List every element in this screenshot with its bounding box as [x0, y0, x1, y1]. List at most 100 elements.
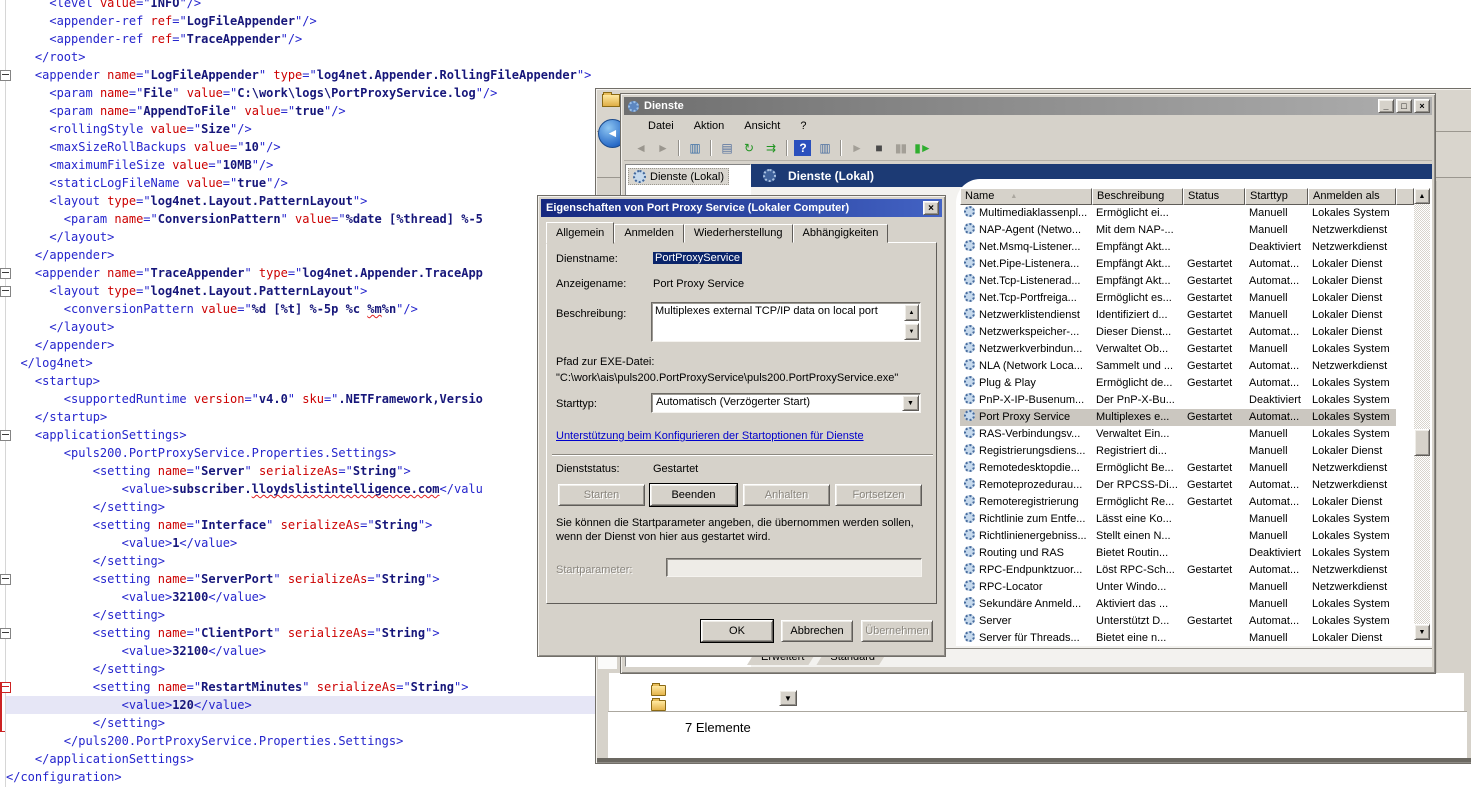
service-row[interactable]: NLA (Network Loca...Sammelt und ...Gesta…: [960, 358, 1396, 375]
column-header-status[interactable]: Status: [1183, 188, 1245, 205]
start-service-icon[interactable]: ►: [848, 140, 865, 156]
cell-starttyp: Automat...: [1245, 477, 1308, 494]
refresh-icon[interactable]: ↻: [740, 140, 757, 156]
beschreibung-text: Multiplexes external TCP/IP data on loca…: [655, 305, 900, 317]
service-row[interactable]: RPC-LocatorUnter Windo...ManuellNetzwerk…: [960, 579, 1396, 596]
fold-toggle-icon[interactable]: [0, 286, 11, 297]
chevron-down-icon[interactable]: ▼: [902, 395, 919, 411]
fold-toggle-icon[interactable]: [0, 430, 11, 441]
extended-view-icon[interactable]: ▥: [816, 140, 833, 156]
fold-toggle-icon[interactable]: [0, 628, 11, 639]
dialog-tabs: AllgemeinAnmeldenWiederherstellungAbhäng…: [546, 221, 888, 243]
service-row[interactable]: Sekundäre Anmeld...Aktiviert das ...Manu…: [960, 596, 1396, 613]
cell-anmelden: Lokales System: [1308, 511, 1396, 528]
menu-item-ansicht[interactable]: Ansicht: [734, 118, 790, 134]
service-row[interactable]: Multimediaklassenpl...Ermöglicht ei...Ma…: [960, 205, 1396, 222]
service-row[interactable]: Net.Tcp-Portfreiga...Ermöglicht es...Ges…: [960, 290, 1396, 307]
service-row[interactable]: Richtlinie zum Entfe...Lässt eine Ko...M…: [960, 511, 1396, 528]
service-row[interactable]: Netzwerkspeicher-...Dieser Dienst...Gest…: [960, 324, 1396, 341]
menu-item-aktion[interactable]: Aktion: [684, 118, 735, 134]
service-row[interactable]: NetzwerklistendienstIdentifiziert d...Ge…: [960, 307, 1396, 324]
stop-service-icon[interactable]: ■: [870, 140, 887, 156]
close-icon[interactable]: ×: [923, 201, 939, 215]
service-row[interactable]: Richtlinienergebniss...Stellt einen N...…: [960, 528, 1396, 545]
service-gear-icon: [964, 291, 975, 302]
folder-icon[interactable]: [651, 685, 666, 696]
abbrechen-button[interactable]: Abbrechen: [781, 620, 853, 642]
service-row[interactable]: Net.Msmq-Listener...Empfängt Akt...Deakt…: [960, 239, 1396, 256]
scrollbar-thumb[interactable]: [1414, 429, 1430, 456]
service-gear-icon: [964, 206, 975, 217]
dienstname-value[interactable]: PortProxyService: [653, 252, 742, 264]
service-row[interactable]: Routing und RASBietet Routin...Deaktivie…: [960, 545, 1396, 562]
service-row[interactable]: Remotedesktopdie...Ermöglicht Be...Gesta…: [960, 460, 1396, 477]
restart-service-icon[interactable]: ▮►: [914, 140, 931, 156]
service-row[interactable]: Plug & PlayErmöglicht de...GestartetAuto…: [960, 375, 1396, 392]
scroll-down-icon[interactable]: ▼: [904, 323, 919, 340]
menu-item-datei[interactable]: Datei: [638, 118, 684, 134]
vertical-scrollbar[interactable]: ▲ ▼: [1414, 188, 1430, 640]
services-titlebar[interactable]: Dienste: [624, 97, 1432, 115]
pause-service-icon[interactable]: ▮▮: [892, 140, 909, 156]
service-row[interactable]: Port Proxy ServiceMultiplexes e...Gestar…: [960, 409, 1396, 426]
service-row[interactable]: Registrierungsdiens...Registriert di...M…: [960, 443, 1396, 460]
cell-name: Net.Msmq-Listener...: [960, 239, 1092, 256]
cell-beschreibung: Verwaltet Ein...: [1092, 426, 1183, 443]
services-icon: [628, 101, 639, 112]
service-row[interactable]: RemoteregistrierungErmöglicht Re...Gesta…: [960, 494, 1396, 511]
ok-button[interactable]: OK: [701, 620, 773, 642]
cell-status: Gestartet: [1183, 290, 1245, 307]
show-console-tree-icon[interactable]: ▥: [686, 140, 703, 156]
back-icon[interactable]: ◄: [632, 140, 649, 156]
service-row[interactable]: PnP-X-IP-Busenum...Der PnP-X-Bu...Deakti…: [960, 392, 1396, 409]
folder-icon[interactable]: [651, 700, 666, 711]
forward-icon[interactable]: ►: [654, 140, 671, 156]
properties-icon[interactable]: ▤: [718, 140, 735, 156]
cell-beschreibung: Der RPCSS-Di...: [1092, 477, 1183, 494]
startoptions-help-link[interactable]: Unterstützung beim Konfigurieren der Sta…: [556, 430, 864, 442]
dropdown-button[interactable]: ▼: [779, 690, 797, 706]
tree-item-dienste-lokal[interactable]: Dienste (Lokal): [628, 168, 729, 185]
cell-starttyp: Deaktiviert: [1245, 239, 1308, 256]
menu-item-?[interactable]: ?: [790, 118, 816, 134]
service-row[interactable]: Net.Tcp-Listenerad...Empfängt Akt...Gest…: [960, 273, 1396, 290]
service-row[interactable]: RPC-Endpunktzuor...Löst RPC-Sch...Gestar…: [960, 562, 1396, 579]
column-header-starttyp[interactable]: Starttyp: [1245, 188, 1308, 205]
starttyp-combobox[interactable]: Automatisch (Verzögerter Start) ▼: [651, 393, 921, 413]
gear-icon: [763, 169, 776, 182]
beenden-button[interactable]: Beenden: [650, 484, 737, 506]
service-row[interactable]: Server für Threads...Bietet eine n...Man…: [960, 630, 1396, 647]
column-header-anmeldenals[interactable]: Anmelden als: [1308, 188, 1396, 205]
service-row[interactable]: Remoteprozedurau...Der RPCSS-Di...Gestar…: [960, 477, 1396, 494]
cell-beschreibung: Empfängt Akt...: [1092, 256, 1183, 273]
tab-abhngigkeiten[interactable]: Abhängigkeiten: [793, 224, 889, 243]
beschreibung-textbox[interactable]: Multiplexes external TCP/IP data on loca…: [651, 302, 921, 342]
scroll-up-icon[interactable]: ▲: [904, 304, 919, 321]
service-row[interactable]: ServerUnterstützt D...GestartetAutomat..…: [960, 613, 1396, 630]
column-header-beschreibung[interactable]: Beschreibung: [1092, 188, 1183, 205]
help-icon[interactable]: ?: [794, 140, 811, 156]
cell-status: [1183, 392, 1245, 409]
fold-toggle-icon[interactable]: [0, 70, 11, 81]
tab-anmelden[interactable]: Anmelden: [614, 224, 684, 243]
scroll-down-button[interactable]: ▼: [1414, 624, 1430, 640]
tab-allgemein[interactable]: Allgemein: [546, 222, 614, 244]
service-gear-icon: [964, 308, 975, 319]
minimize-button[interactable]: _: [1378, 99, 1394, 113]
service-row[interactable]: NAP-Agent (Netwo...Mit dem NAP-...Manuel…: [960, 222, 1396, 239]
service-row[interactable]: Net.Pipe-Listenera...Empfängt Akt...Gest…: [960, 256, 1396, 273]
cell-beschreibung: Unterstützt D...: [1092, 613, 1183, 630]
dialog-titlebar[interactable]: Eigenschaften von Port Proxy Service (Lo…: [541, 199, 942, 217]
maximize-button[interactable]: □: [1396, 99, 1412, 113]
service-row[interactable]: Netzwerkverbindun...Verwaltet Ob...Gesta…: [960, 341, 1396, 358]
service-row[interactable]: RAS-Verbindungsv...Verwaltet Ein...Manue…: [960, 426, 1396, 443]
export-list-icon[interactable]: ⇉: [762, 140, 779, 156]
scroll-up-button[interactable]: ▲: [1414, 188, 1430, 204]
cell-starttyp: Manuell: [1245, 307, 1308, 324]
close-button[interactable]: ×: [1414, 99, 1430, 113]
cell-starttyp: Deaktiviert: [1245, 545, 1308, 562]
tab-wiederherstellung[interactable]: Wiederherstellung: [684, 224, 793, 243]
fold-toggle-icon[interactable]: [0, 268, 11, 279]
fold-toggle-icon[interactable]: [0, 574, 11, 585]
column-header-name[interactable]: Name▲: [960, 188, 1092, 205]
